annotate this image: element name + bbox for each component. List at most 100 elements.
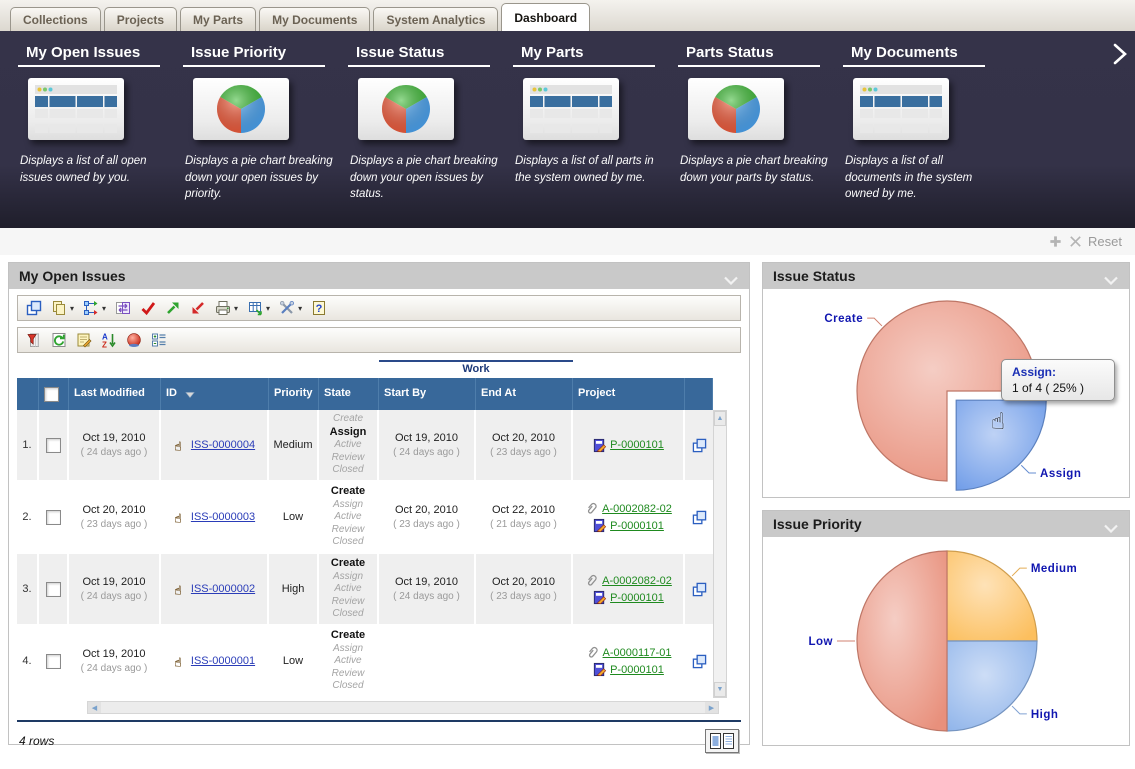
column-header-state[interactable]: State	[319, 378, 379, 410]
row-checkbox[interactable]	[46, 510, 61, 525]
table-row[interactable]: 3.Oct 19, 2010( 24 days ago )☝ISS-000000…	[17, 554, 713, 626]
toolbar-button-print[interactable]: ▾	[212, 299, 241, 317]
chevron-down-icon[interactable]	[1103, 272, 1119, 281]
pie-widget-icon	[193, 78, 289, 140]
project-link[interactable]: P-0000101	[610, 664, 664, 676]
dropdown-arrow-icon[interactable]: ▾	[266, 304, 270, 313]
row-checkbox[interactable]	[46, 438, 61, 453]
toolbar-button-vote[interactable]	[137, 299, 159, 317]
callout-line	[1021, 465, 1036, 473]
widget-card-my-open-issues[interactable]: My Open IssuesDisplays a list of all ope…	[18, 44, 183, 228]
column-header-priority[interactable]: Priority	[269, 378, 319, 410]
cell-state: CreateAssignActiveReviewClosed	[319, 554, 379, 624]
issue-icon: ☝	[173, 582, 188, 597]
toolbar-button-filter[interactable]	[23, 331, 45, 349]
table-horizontal-scrollbar[interactable]: ◀▶	[87, 701, 719, 714]
toolbar-button-replace[interactable]	[112, 299, 134, 317]
project-link[interactable]: A-0002082-02	[602, 503, 672, 515]
dropdown-arrow-icon[interactable]: ▾	[298, 304, 302, 313]
toolbar-button-workflow[interactable]: ▾	[80, 299, 109, 317]
chevron-down-icon[interactable]	[1103, 520, 1119, 529]
open-window-icon[interactable]	[692, 654, 707, 669]
pie-slice-medium[interactable]	[947, 551, 1037, 641]
tab-my-parts[interactable]: My Parts	[180, 7, 256, 31]
dropdown-arrow-icon[interactable]: ▾	[70, 304, 74, 313]
tab-collections[interactable]: Collections	[10, 7, 101, 31]
svg-text:☝: ☝	[174, 655, 181, 668]
open-window-icon[interactable]	[692, 582, 707, 597]
toolbar-button-promote[interactable]	[162, 299, 184, 317]
widget-card-my-parts[interactable]: My PartsDisplays a list of all parts in …	[513, 44, 678, 228]
widget-card-issue-status[interactable]: Issue StatusDisplays a pie chart breakin…	[348, 44, 513, 228]
scroll-left-arrow[interactable]: ◀	[88, 702, 101, 713]
toolbar-button-refresh[interactable]	[48, 331, 70, 349]
issue-link[interactable]: ISS-0000004	[191, 439, 255, 451]
tab-dashboard[interactable]: Dashboard	[501, 3, 590, 31]
cell-end-at: Oct 20, 2010( 23 days ago )	[476, 410, 573, 480]
column-header-last-modified[interactable]: Last Modified	[69, 378, 161, 410]
close-widget-icon[interactable]	[1068, 234, 1083, 249]
page-toggle-button[interactable]	[705, 729, 739, 753]
scroll-up-arrow[interactable]: ▲	[714, 411, 726, 426]
dropdown-arrow-icon[interactable]: ▾	[234, 304, 238, 313]
toolbar-button-help[interactable]: ?	[308, 299, 330, 317]
dropdown-arrow-icon[interactable]: ▾	[102, 304, 106, 313]
column-header-start-by[interactable]: Start By	[379, 378, 476, 410]
add-widget-icon[interactable]	[1048, 234, 1063, 249]
column-header-id[interactable]: ID	[161, 378, 269, 410]
table-vertical-scrollbar[interactable]: ▲▼	[713, 410, 727, 698]
toolbar-button-chart[interactable]	[123, 331, 145, 349]
scroll-down-arrow[interactable]: ▼	[714, 682, 726, 697]
toolbar-button-export-grid[interactable]: ▾	[244, 299, 273, 317]
toolbar-button-demote[interactable]	[187, 299, 209, 317]
table-row[interactable]: 4.Oct 19, 2010( 24 days ago )☝ISS-000000…	[17, 626, 713, 698]
scroll-right-arrow[interactable]: ▶	[705, 702, 718, 713]
issue-link[interactable]: ISS-0000001	[191, 655, 255, 667]
tab-system-analytics[interactable]: System Analytics	[373, 7, 498, 31]
table-row[interactable]: 2.Oct 20, 2010( 23 days ago )☝ISS-000000…	[17, 482, 713, 554]
project-link[interactable]: A-0000117-01	[603, 647, 672, 659]
toolbar-button-tools[interactable]: ▾	[276, 299, 305, 317]
project-link[interactable]: A-0002082-02	[602, 575, 672, 587]
table-row[interactable]: 1.Oct 19, 2010( 24 days ago )☝ISS-000000…	[17, 410, 713, 482]
pie-slice-low[interactable]	[857, 551, 947, 731]
widget-card-title: My Open Issues	[18, 44, 160, 67]
project-doc-icon	[592, 518, 607, 533]
issue-link[interactable]: ISS-0000003	[191, 511, 255, 523]
open-window-icon[interactable]	[692, 510, 707, 525]
column-header-end-at[interactable]: End At	[476, 378, 573, 410]
reset-button[interactable]: Reset	[1088, 234, 1122, 249]
project-link[interactable]: P-0000101	[610, 592, 664, 604]
pie-widget-icon	[688, 78, 784, 140]
pie-slice-high[interactable]	[947, 641, 1037, 731]
row-checkbox[interactable]	[46, 582, 61, 597]
tab-projects[interactable]: Projects	[104, 7, 177, 31]
chevron-down-icon[interactable]	[723, 272, 739, 281]
project-link[interactable]: P-0000101	[610, 520, 664, 532]
issue-priority-pie[interactable]: MediumHighLow	[763, 537, 1129, 745]
widget-card-issue-priority[interactable]: Issue PriorityDisplays a pie chart break…	[183, 44, 348, 228]
cell-id: ☝ ISS-0000001	[161, 626, 269, 696]
toolbar-button-copy[interactable]: ▾	[48, 299, 77, 317]
cell-checkbox	[39, 410, 69, 480]
toolbar-button-edit-note[interactable]	[73, 331, 95, 349]
widget-card-my-documents[interactable]: My DocumentsDisplays a list of all docum…	[843, 44, 1008, 228]
toolbar-button-sort-az[interactable]: AZ	[98, 331, 120, 349]
row-checkbox[interactable]	[46, 654, 61, 669]
select-all-checkbox[interactable]	[44, 387, 59, 402]
issue-link[interactable]: ISS-0000002	[191, 583, 255, 595]
cell-id: ☝ISS-0000004	[161, 410, 269, 480]
tab-my-documents[interactable]: My Documents	[259, 7, 370, 31]
issue-icon: ☝	[173, 654, 188, 669]
panel-header: Issue Status	[763, 263, 1129, 289]
toolbar-button-new-window[interactable]	[23, 299, 45, 317]
cell-checkbox	[39, 554, 69, 624]
table-header-row: Last ModifiedIDPriorityStateStart ByEnd …	[17, 378, 713, 410]
widget-card-parts-status[interactable]: Parts StatusDisplays a pie chart breakin…	[678, 44, 843, 228]
cell-project: P-0000101	[573, 410, 685, 480]
toolbar-button-tree-list[interactable]	[148, 331, 170, 349]
project-link[interactable]: P-0000101	[610, 439, 664, 451]
gallery-next-button[interactable]	[1113, 43, 1127, 65]
open-window-icon[interactable]	[692, 438, 707, 453]
column-header-project[interactable]: Project	[573, 378, 685, 410]
